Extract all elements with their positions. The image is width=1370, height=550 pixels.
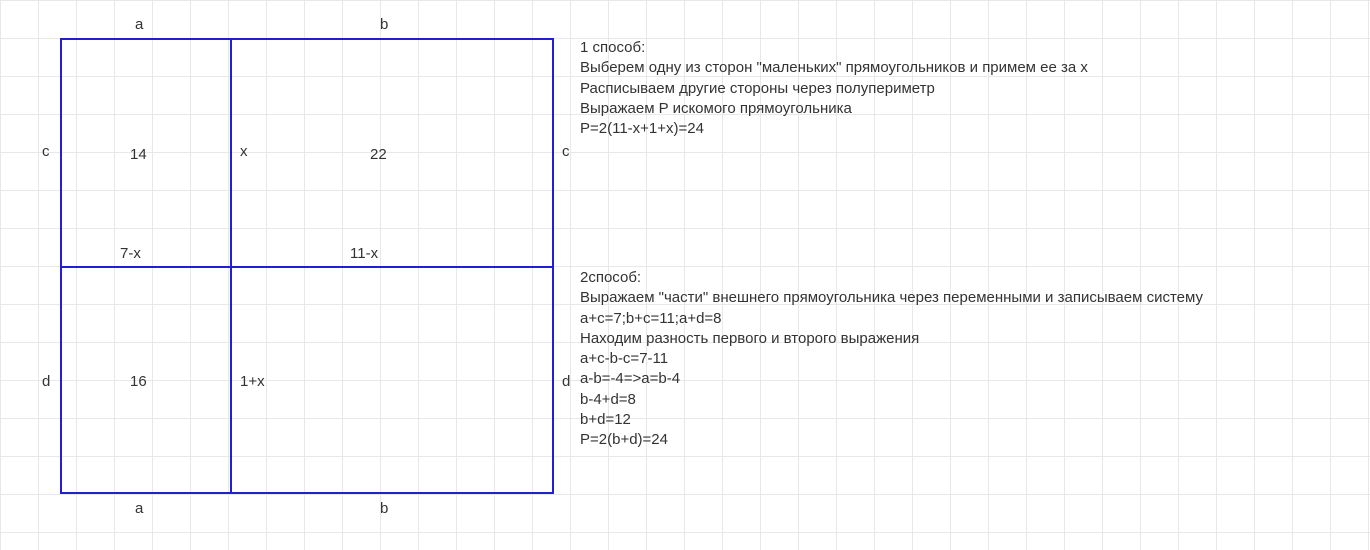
label-b-bottom: b	[380, 500, 388, 517]
method2-title: 2способ:	[580, 268, 1203, 288]
method2-line4: a+c-b-c=7-11	[580, 349, 1203, 369]
value-22: 22	[370, 146, 387, 163]
method2-line2: a+c=7;b+c=11;a+d=8	[580, 309, 1203, 329]
label-b-top: b	[380, 16, 388, 33]
content: a b a b c d c d x 1+x 7-x 11-x 14 22 16 …	[0, 0, 1370, 550]
method2-line3: Находим разность первого и второго выраж…	[580, 329, 1203, 349]
value-16: 16	[130, 373, 147, 390]
label-d-right: d	[562, 373, 570, 390]
label-a-top: a	[135, 16, 143, 33]
method-1-text: 1 способ: Выберем одну из сторон "малень…	[580, 38, 1088, 139]
label-11-minus-x: 11-x	[350, 245, 378, 262]
method2-line6: b-4+d=8	[580, 390, 1203, 410]
label-7-minus-x: 7-x	[120, 245, 141, 262]
method-2-text: 2способ: Выражаем "части" внешнего прямо…	[580, 268, 1203, 450]
method1-title: 1 способ:	[580, 38, 1088, 58]
method1-line3: Выражаем P искомого прямоугольника	[580, 99, 1088, 119]
method2-line7: b+d=12	[580, 410, 1203, 430]
label-x: x	[240, 143, 248, 160]
method1-line2: Расписываем другие стороны через полупер…	[580, 79, 1088, 99]
horizontal-split-line	[60, 266, 554, 268]
label-c-right: c	[562, 143, 570, 160]
rectangle-diagram: a b a b c d c d x 1+x 7-x 11-x 14 22 16	[60, 38, 554, 494]
method1-line4: P=2(11-x+1+x)=24	[580, 119, 1088, 139]
label-d-left: d	[42, 373, 50, 390]
method2-line8: P=2(b+d)=24	[580, 430, 1203, 450]
label-a-bottom: a	[135, 500, 143, 517]
label-c-left: c	[42, 143, 50, 160]
method1-line1: Выберем одну из сторон "маленьких" прямо…	[580, 58, 1088, 78]
label-1-plus-x: 1+x	[240, 373, 265, 390]
method2-line5: a-b=-4=>a=b-4	[580, 369, 1203, 389]
value-14: 14	[130, 146, 147, 163]
method2-line1: Выражаем "части" внешнего прямоугольника…	[580, 288, 1203, 308]
